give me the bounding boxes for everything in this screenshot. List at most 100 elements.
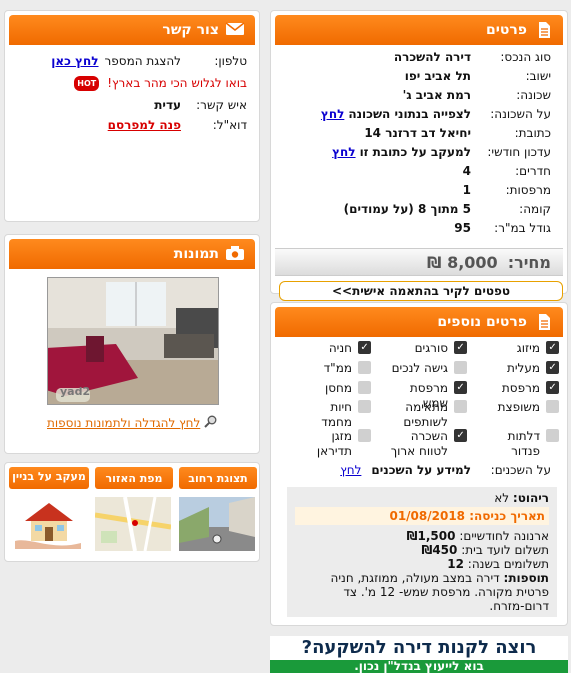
feature-item: גישה לנכים — [381, 361, 467, 376]
document-icon — [535, 313, 553, 331]
phone-label: טלפון: — [214, 54, 247, 68]
tab-building-tracking[interactable]: מעקב על בניין — [9, 467, 89, 489]
neighbors-text: למידע על השכנים — [371, 463, 471, 477]
banner-subline: בוא לייעוץ בנדל"ן נכון. — [270, 660, 568, 673]
feature-item: מזגן תדיראן — [299, 429, 371, 459]
feature-checkbox — [546, 400, 559, 413]
neighbors-row: על השכנים: למידע על השכנים לחץ — [340, 463, 551, 477]
detail-value: רמת אביב ג' — [402, 87, 471, 102]
feature-checkbox: ✓ — [454, 429, 467, 442]
detail-label: מרפסות: — [505, 182, 551, 197]
feature-item: דלתות פנדור — [481, 429, 559, 459]
area-map-thumbnail[interactable] — [94, 496, 172, 552]
feature-checkbox — [454, 361, 467, 374]
detail-value: 4 — [462, 163, 471, 178]
feature-item: מתאימה לשותפים — [381, 400, 467, 430]
email-row: דוא"ל: פנה למפרסם — [15, 115, 247, 135]
details-header: פרטים — [275, 15, 563, 45]
detail-label: סוג הנכס: — [500, 49, 551, 64]
feature-label: חניה — [328, 341, 352, 355]
feature-checkbox — [546, 429, 559, 442]
detail-row: על השכונה: לצפייה בנתוני השכונה לחץ — [277, 104, 551, 123]
details-list: סוג הנכס: דירה להשכרה ישוב: תל אביב יפו שכונ… — [271, 47, 567, 237]
feature-label: מחסן — [324, 381, 352, 395]
detail-link[interactable]: לחץ — [332, 145, 355, 159]
feature-checkbox: ✓ — [454, 381, 467, 394]
detail-label: כתובת: — [514, 125, 551, 140]
vaad-row: תשלום לועד בית: ₪450 — [421, 543, 549, 557]
extra-details-header: פרטים נוספים — [275, 307, 563, 337]
detail-link[interactable]: לחץ — [321, 107, 344, 121]
location-panel: תצוגת רחוב מפת האזור מעקב על בניין — [4, 462, 260, 562]
extra-details-panel: פרטים נוספים ✓ מיזוג ✓ סורגים ✓ חניה ✓ מעלית גיש… — [270, 302, 568, 626]
feature-item: חיות מחמד — [299, 400, 371, 430]
detail-row: מרפסות: 1 — [277, 180, 551, 199]
feature-item: ✓ סורגים — [381, 341, 467, 356]
detail-label: גודל במ"ר: — [494, 220, 551, 235]
tab-street-view[interactable]: תצוגת רחוב — [179, 467, 257, 489]
feature-checkbox: ✓ — [454, 341, 467, 354]
photos-panel: תמונות yad2 לחץ להגדלה ולתמונות נוספות — [4, 234, 260, 454]
building-tracking-thumbnail[interactable] — [11, 497, 87, 551]
detail-label: עדכון חודשי: — [487, 144, 551, 159]
feature-checkbox — [358, 381, 371, 394]
enlarge-photos-link[interactable]: לחץ להגדלה ולתמונות נוספות — [47, 416, 200, 430]
photos-header: תמונות — [9, 239, 255, 269]
payments-row: תשלומים בשנה: 12 — [447, 557, 549, 571]
detail-value: למעקב על כתובת זו — [359, 144, 471, 159]
email-label: דוא"ל: — [212, 118, 247, 132]
email-advertiser-link[interactable]: פנה למפרסם — [108, 118, 181, 132]
feature-checkbox — [358, 361, 371, 374]
contact-panel: צור קשר טלפון: להצגת המספר לחץ כאן בואו … — [4, 10, 260, 222]
hot-logo: HOT — [74, 75, 100, 91]
detail-row: חדרים: 4 — [277, 161, 551, 180]
yad2-watermark: yad2 — [60, 385, 91, 398]
price-label: מחיר: — [507, 252, 551, 272]
feature-label: חיות מחמד — [321, 400, 352, 429]
feature-checkbox: ✓ — [358, 341, 371, 354]
feature-checkbox: ✓ — [546, 361, 559, 374]
detail-row: שכונה: רמת אביב ג' — [277, 85, 551, 104]
neighbors-link[interactable]: לחץ — [340, 463, 361, 477]
details-panel: פרטים סוג הנכס: דירה להשכרה ישוב: תל אביב י… — [270, 10, 568, 301]
contact-header: צור קשר — [9, 15, 255, 45]
detail-row: גודל במ"ר: 95 — [277, 218, 551, 237]
neighbors-label: על השכנים: — [490, 463, 551, 477]
street-view-thumbnail[interactable] — [179, 497, 255, 551]
feature-label: מעלית — [506, 361, 540, 375]
tab-area-map[interactable]: מפת האזור — [95, 467, 173, 489]
feature-label: סורגים — [414, 341, 448, 355]
detail-value: לצפייה בנתוני השכונה — [348, 106, 471, 121]
feature-item: משופצת — [481, 400, 559, 415]
phone-row: טלפון: להצגת המספר לחץ כאן — [15, 51, 247, 71]
feature-label: גישה לנכים — [391, 361, 448, 375]
detail-value: דירה להשכרה — [393, 49, 471, 64]
detail-label: ישוב: — [525, 68, 551, 83]
feature-checkbox: ✓ — [546, 381, 559, 394]
phone-reveal-link[interactable]: לחץ כאן — [51, 54, 98, 68]
arnona-row: ארנונה לחודשיים: ₪1,500 — [406, 529, 549, 543]
apartment-photo[interactable]: yad2 — [47, 277, 219, 405]
feature-label: מיזוג — [516, 341, 540, 355]
camera-icon — [226, 245, 245, 263]
price-value: 8,000 ₪ — [427, 252, 498, 272]
promo-row[interactable]: בואו לגלוש הכי מהר בארץ! HOT — [15, 71, 247, 95]
contact-person-label: איש קשר: — [196, 98, 247, 112]
enlarge-row[interactable]: לחץ להגדלה ולתמונות נוספות — [47, 415, 217, 431]
detail-value: 1 — [462, 182, 471, 197]
wallpaper-tips-button[interactable]: טפטים לקיר בהתאמה אישית>> — [279, 281, 563, 301]
rental-notes: ריהוט: לא תאריך כניסה: 01/08/2018 ארנונה… — [287, 487, 557, 617]
feature-label: דלתות פנדור — [507, 429, 540, 458]
entry-date-row: תאריך כניסה: 01/08/2018 — [295, 507, 549, 525]
furnished-row: ריהוט: לא — [494, 491, 549, 505]
promo-text[interactable]: בואו לגלוש הכי מהר בארץ! — [107, 76, 247, 90]
feature-item: ממ"ד — [299, 361, 371, 376]
feature-item: ✓ השכרה לטווח ארוך — [381, 429, 467, 459]
phone-text: להצגת המספר — [104, 54, 181, 68]
contact-person-value: עדית — [154, 98, 181, 112]
detail-label: קומה: — [519, 201, 551, 216]
zoom-icon — [204, 415, 217, 431]
feature-checkbox — [358, 400, 371, 413]
feature-label: השכרה לטווח ארוך — [390, 429, 448, 458]
investment-banner[interactable]: רוצה לקנות דירה להשקעה? בוא לייעוץ בנדל"… — [270, 636, 568, 673]
